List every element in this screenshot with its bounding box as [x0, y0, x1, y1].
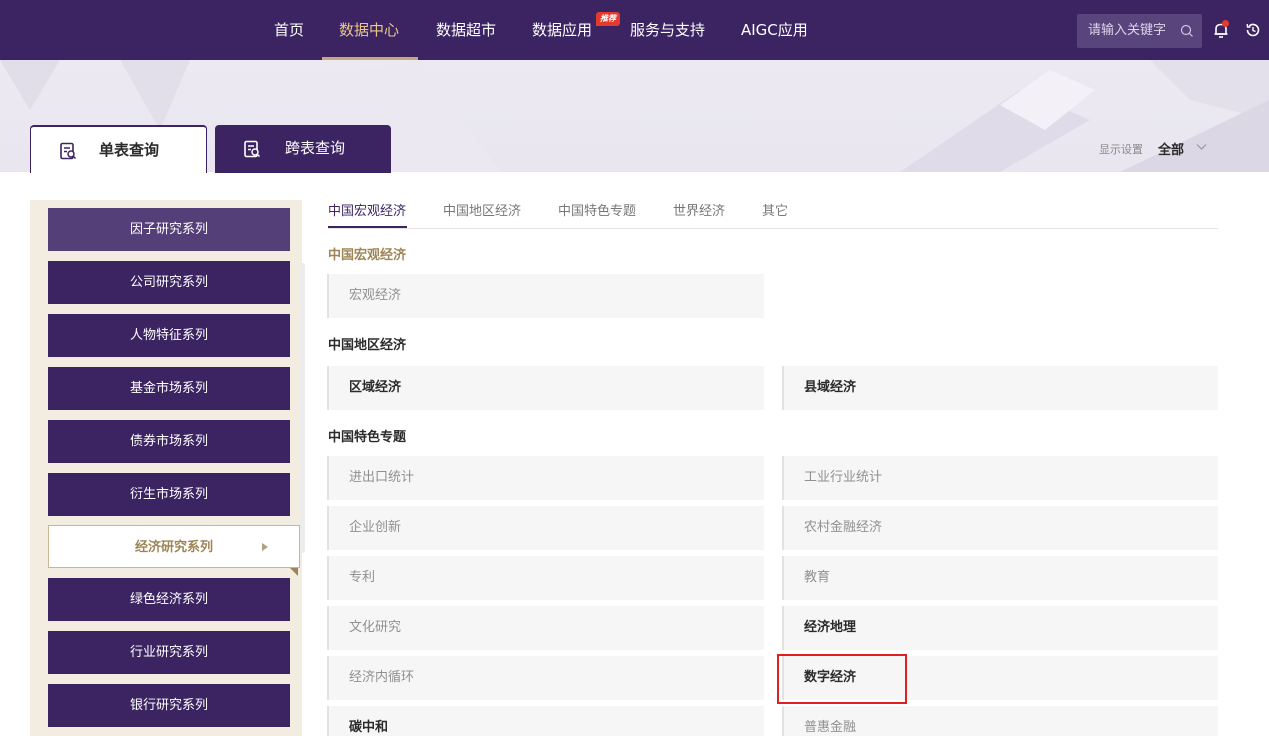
tab-cross-table-query[interactable]: 跨表查询 — [215, 125, 391, 173]
list-item[interactable]: 碳中和 — [327, 706, 764, 736]
sidebar-item-bank-research[interactable]: 银行研究系列 — [48, 684, 290, 727]
list-item-label: 经济地理 — [804, 620, 857, 635]
tab-world-economy[interactable]: 世界经济 — [673, 200, 725, 219]
list-item-label: 区域经济 — [349, 380, 402, 395]
sidebar-scrollbar[interactable] — [300, 263, 305, 553]
search-icon[interactable] — [1180, 24, 1194, 38]
list-item[interactable]: 专利 — [327, 556, 764, 600]
section-title-china-macro: 中国宏观经济 — [328, 248, 407, 263]
list-item[interactable]: 文化研究 — [327, 606, 764, 650]
list-item[interactable]: 区域经济 — [327, 366, 764, 410]
list-item[interactable]: 工业行业统计 — [782, 456, 1218, 500]
nav-aigc[interactable]: AIGC应用 — [741, 0, 808, 60]
list-item[interactable]: 普惠金融 — [782, 706, 1218, 736]
nav-service-support[interactable]: 服务与支持 — [630, 0, 705, 60]
nav-home[interactable]: 首页 — [274, 0, 304, 60]
section-title-china-special: 中国特色专题 — [328, 430, 407, 445]
tab-cross-label: 跨表查询 — [285, 139, 346, 157]
sidebar-item-company-research[interactable]: 公司研究系列 — [48, 261, 290, 304]
list-item[interactable]: 教育 — [782, 556, 1218, 600]
list-item-label: 宏观经济 — [349, 288, 402, 303]
list-item[interactable]: 县域经济 — [782, 366, 1218, 410]
section-title-china-regional: 中国地区经济 — [328, 338, 407, 353]
active-item-fold — [290, 568, 298, 576]
caret-right-icon — [262, 543, 268, 551]
nav-data-center[interactable]: 数据中心 — [339, 0, 399, 60]
top-nav-bar: 首页 数据中心 数据超市 数据应用 推荐 服务与支持 AIGC应用 请输入关键字 — [0, 0, 1269, 60]
sidebar-item-green-economy[interactable]: 绿色经济系列 — [48, 578, 290, 621]
tab-single-table-query[interactable]: 单表查询 — [30, 125, 207, 173]
search-placeholder: 请输入关键字 — [1088, 23, 1167, 38]
display-setting-select[interactable]: 全部 — [1158, 139, 1184, 158]
notification-dot — [1222, 20, 1229, 27]
tab-other[interactable]: 其它 — [762, 200, 788, 219]
list-item-label: 专利 — [349, 570, 376, 585]
list-item[interactable]: 宏观经济 — [327, 274, 764, 318]
table-query-icon — [60, 142, 77, 160]
search-input[interactable]: 请输入关键字 — [1077, 14, 1202, 48]
tab-single-label: 单表查询 — [99, 141, 160, 159]
display-setting-label: 显示设置 — [1099, 143, 1143, 156]
list-item-label: 农村金融经济 — [804, 520, 883, 535]
list-item[interactable]: 经济内循环 — [327, 656, 764, 700]
list-item-label: 教育 — [804, 570, 831, 585]
cross-query-icon — [244, 140, 261, 158]
tab-china-regional[interactable]: 中国地区经济 — [443, 200, 521, 219]
list-item[interactable]: 农村金融经济 — [782, 506, 1218, 550]
list-item-label: 普惠金融 — [804, 720, 857, 735]
history-icon[interactable] — [1245, 22, 1261, 38]
category-sidebar: 因子研究系列 公司研究系列 人物特征系列 基金市场系列 债券市场系列 衍生市场系… — [30, 200, 302, 736]
tab-china-macro[interactable]: 中国宏观经济 — [328, 200, 406, 219]
sidebar-item-label: 经济研究系列 — [134, 540, 213, 555]
list-item-label: 进出口统计 — [349, 470, 415, 485]
highlight-box — [777, 654, 907, 704]
chevron-down-icon[interactable] — [1196, 143, 1207, 151]
tab-divider — [328, 228, 1218, 229]
list-item[interactable]: 经济地理 — [782, 606, 1218, 650]
list-item-label: 碳中和 — [349, 720, 389, 735]
list-item[interactable]: 进出口统计 — [327, 456, 764, 500]
nav-data-apps[interactable]: 数据应用 — [532, 0, 592, 60]
sidebar-item-economic-research[interactable]: 经济研究系列 — [48, 525, 300, 568]
sidebar-item-derivatives-market[interactable]: 衍生市场系列 — [48, 473, 290, 516]
tab-china-special[interactable]: 中国特色专题 — [558, 200, 636, 219]
sidebar-item-person-traits[interactable]: 人物特征系列 — [48, 314, 290, 357]
list-item-label: 经济内循环 — [349, 670, 415, 685]
list-item-label: 企业创新 — [349, 520, 402, 535]
list-item[interactable]: 企业创新 — [327, 506, 764, 550]
sidebar-item-fund-market[interactable]: 基金市场系列 — [48, 367, 290, 410]
sidebar-item-factor-research[interactable]: 因子研究系列 — [48, 208, 290, 251]
list-item-label: 县域经济 — [804, 380, 857, 395]
hot-badge: 推荐 — [596, 12, 620, 26]
list-item-label: 工业行业统计 — [804, 470, 883, 485]
nav-data-market[interactable]: 数据超市 — [436, 0, 496, 60]
sidebar-item-bond-market[interactable]: 债券市场系列 — [48, 420, 290, 463]
list-item-label: 文化研究 — [349, 620, 402, 635]
sidebar-item-industry-research[interactable]: 行业研究系列 — [48, 631, 290, 674]
